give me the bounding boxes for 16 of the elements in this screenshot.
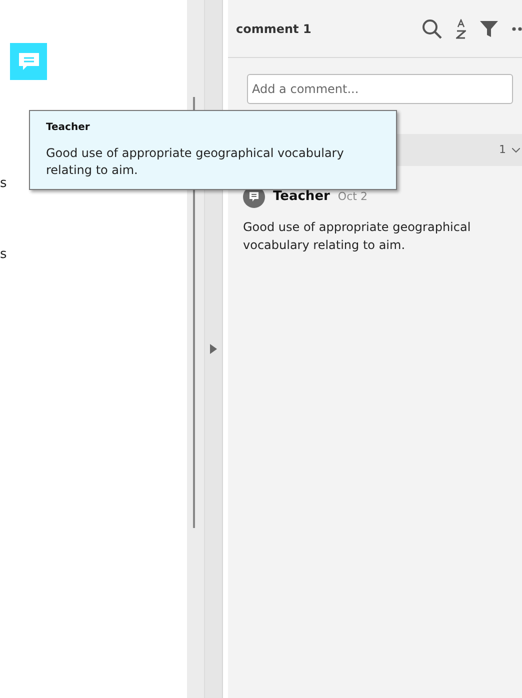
text-fragment: s xyxy=(0,175,7,193)
tooltip-author: Teacher xyxy=(46,121,90,135)
tooltip-text: Good use of appropriate geographical vocabulary relating to aim. xyxy=(46,145,345,179)
panel-title: comment 1 xyxy=(236,20,312,38)
comment-author: Teacher xyxy=(273,188,330,206)
sort-icon[interactable] xyxy=(456,18,466,38)
filter-icon[interactable] xyxy=(480,20,498,38)
more-icon[interactable] xyxy=(512,26,522,30)
comment-text: Good use of appropriate geographical vocabulary relating to aim. xyxy=(243,219,472,254)
comment-count: 1 xyxy=(499,142,506,158)
expand-arrow-icon[interactable] xyxy=(210,344,217,354)
text-fragment: s xyxy=(0,246,7,264)
search-icon[interactable] xyxy=(422,18,442,38)
comment-field[interactable]: Add a comment... xyxy=(247,74,513,104)
chevron-down-icon[interactable] xyxy=(512,148,520,152)
comment-date: Oct 2 xyxy=(338,188,368,205)
